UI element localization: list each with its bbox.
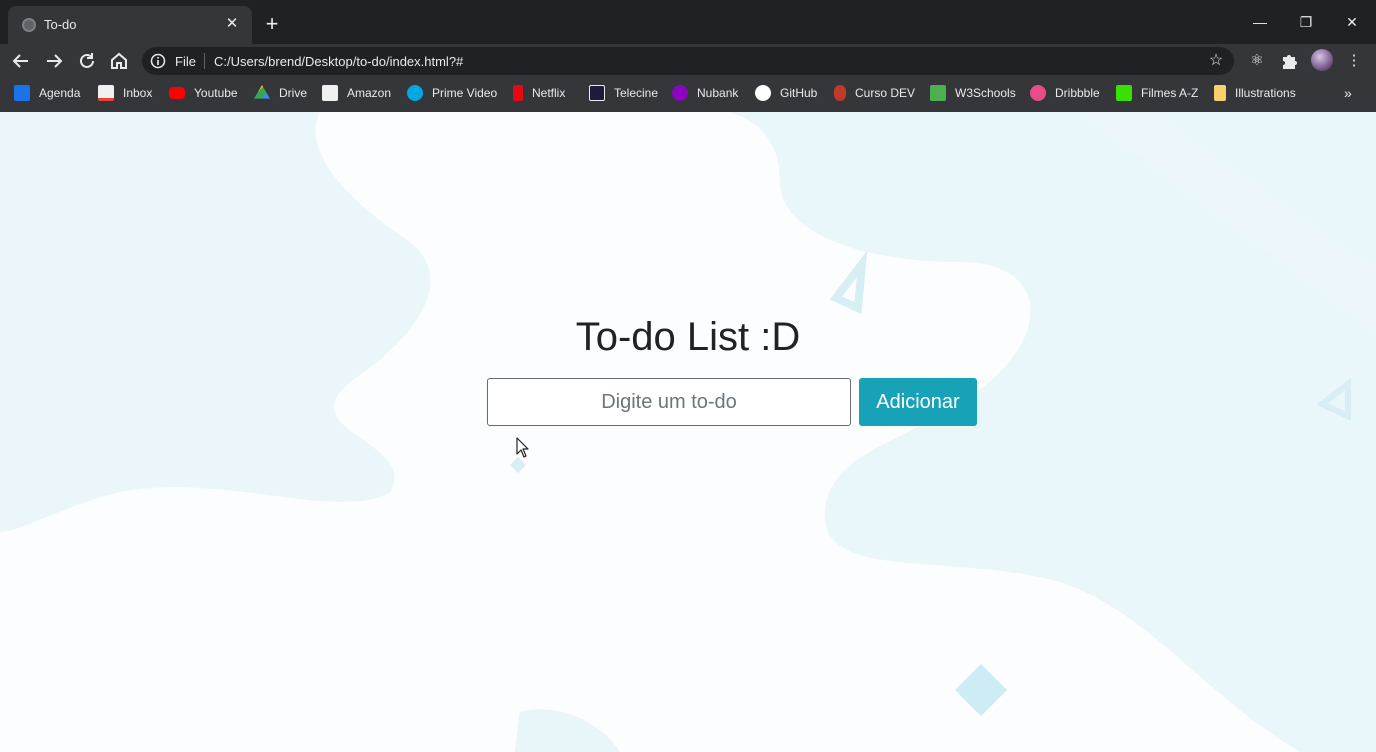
menu-kebab-icon[interactable]: ⋮ (1342, 49, 1366, 73)
w3schools-icon (930, 85, 946, 101)
bookmark-dribbble[interactable]: Dribbble (1030, 83, 1100, 103)
nubank-icon (672, 85, 688, 101)
bookmark-prime-video[interactable]: Prime Video (407, 83, 497, 103)
telecine-icon (589, 85, 605, 101)
todo-input[interactable] (487, 378, 851, 426)
bookmark-star-icon[interactable]: ☆ (1206, 51, 1226, 71)
tab-todo[interactable]: To-do ✕ (8, 6, 252, 44)
dribbble-icon (1030, 85, 1046, 101)
bookmark-label: Youtube (194, 86, 238, 100)
curso-dev-icon (834, 85, 846, 101)
bookmark-netflix[interactable]: Netflix (513, 83, 565, 103)
bookmark-illustrations[interactable]: Illustrations (1214, 83, 1296, 103)
back-icon[interactable] (8, 48, 34, 74)
new-tab-button[interactable]: + (260, 12, 284, 36)
bookmark-label: W3Schools (955, 86, 1016, 100)
bookmark-telecine[interactable]: Telecine (589, 83, 658, 103)
bookmark-github[interactable]: GitHub (755, 83, 817, 103)
prime-video-icon (407, 85, 423, 101)
netflix-icon (513, 85, 523, 101)
info-icon[interactable] (150, 53, 166, 69)
url-text[interactable]: C:/Users/brend/Desktop/to-do/index.html?… (214, 54, 463, 69)
bookmark-agenda[interactable]: Agenda (14, 83, 80, 103)
extensions-puzzle-icon[interactable] (1277, 49, 1301, 73)
github-icon (755, 85, 771, 101)
drive-icon (254, 85, 270, 99)
page-content: To-do List :D Adicionar (0, 112, 1376, 752)
toolbar: File C:/Users/brend/Desktop/to-do/index.… (0, 44, 1376, 78)
bookmark-label: GitHub (780, 86, 818, 100)
bookmark-label: Illustrations (1235, 86, 1296, 100)
bookmark-label: Nubank (697, 86, 739, 100)
address-bar[interactable]: File C:/Users/brend/Desktop/to-do/index.… (142, 47, 1234, 75)
bookmark-label: Dribbble (1055, 86, 1100, 100)
bookmark-label: Telecine (614, 86, 659, 100)
background-blobs (0, 112, 1376, 752)
folder-icon (1214, 85, 1226, 101)
tab-close-icon[interactable]: ✕ (222, 14, 242, 34)
close-window-button[interactable]: ✕ (1337, 10, 1367, 34)
tab-strip: To-do ✕ + — ❐ ✕ (0, 0, 1376, 44)
bookmark-label: Netflix (532, 86, 566, 100)
bookmark-label: Amazon (347, 86, 392, 100)
bookmark-label: Agenda (39, 86, 81, 100)
bookmark-youtube[interactable]: Youtube (169, 83, 238, 103)
minimize-button[interactable]: — (1245, 10, 1275, 34)
profile-avatar[interactable] (1311, 49, 1333, 71)
bookmarks-overflow-icon[interactable]: » (1344, 85, 1352, 101)
calendar-icon (14, 85, 30, 101)
bookmark-nubank[interactable]: Nubank (672, 83, 738, 103)
bookmark-w3schools[interactable]: W3Schools (930, 83, 1016, 103)
bookmark-inbox[interactable]: Inbox (98, 83, 152, 103)
page-title: To-do List :D (575, 315, 801, 359)
reload-icon[interactable] (74, 48, 100, 74)
bookmark-curso-dev[interactable]: Curso DEV (834, 83, 915, 103)
youtube-icon (169, 87, 185, 99)
mouse-cursor-icon (516, 437, 529, 458)
add-todo-button[interactable]: Adicionar (859, 378, 977, 426)
bookmarks-bar: Agenda Inbox Youtube Drive Amazon Prime … (0, 80, 1376, 106)
bookmark-label: Inbox (123, 86, 153, 100)
amazon-icon (322, 85, 338, 101)
omnibox-separator (204, 53, 205, 69)
bookmark-filmes-a-z[interactable]: Filmes A-Z (1116, 83, 1198, 103)
react-devtools-icon[interactable]: ⚛ (1245, 49, 1269, 73)
forward-icon[interactable] (41, 48, 67, 74)
bookmark-label: Drive (279, 86, 308, 100)
browser-chrome: To-do ✕ + — ❐ ✕ File C:/Users/brend/Desk… (0, 0, 1376, 112)
home-icon[interactable] (106, 48, 132, 74)
filmes-icon (1116, 85, 1132, 101)
tab-title: To-do (44, 17, 77, 32)
bookmark-label: Curso DEV (855, 86, 916, 100)
bookmark-label: Prime Video (432, 86, 498, 100)
bookmark-amazon[interactable]: Amazon (322, 83, 391, 103)
globe-icon (22, 18, 36, 32)
restore-button[interactable]: ❐ (1291, 10, 1321, 34)
gmail-icon (98, 85, 114, 101)
scheme-label: File (175, 54, 196, 69)
bookmark-label: Filmes A-Z (1141, 86, 1199, 100)
bookmark-drive[interactable]: Drive (254, 83, 307, 103)
